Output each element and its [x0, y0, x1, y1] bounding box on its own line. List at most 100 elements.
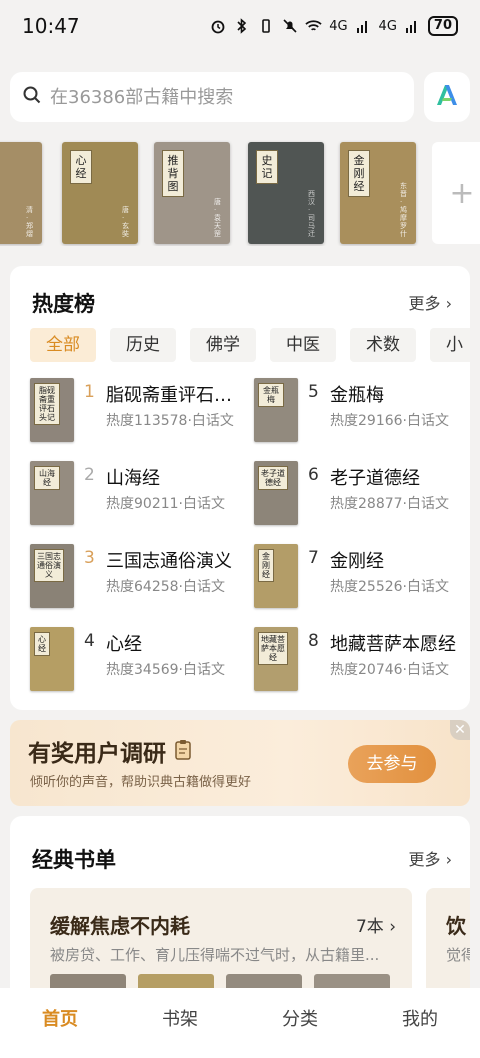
rank-heat: 热度29166·白话文 [330, 413, 449, 429]
nav-categories[interactable]: 分类 [240, 988, 360, 1058]
hot-ranking-card: 热度榜 更多 › 全部 历史 佛学 中医 术数 小 脂砚斋重评石头记 1 脂砚斋… [10, 266, 470, 710]
carousel-book[interactable]: 推背图 唐·袁天罡 [154, 142, 230, 244]
carousel-book[interactable]: 清·郑熠 [0, 142, 42, 244]
ai-assistant-button[interactable] [424, 72, 470, 122]
carousel-book[interactable]: 心经 唐·玄奘 [62, 142, 138, 244]
rank-book-title: 心经 [106, 634, 142, 655]
classic-booklists-card: 经典书单 更多 › 缓解焦虑不内耗 7本 › 被房贷、工作、育儿压得喘不过气时，… [10, 816, 470, 1016]
rank-number: 8 [308, 631, 319, 651]
filter-tab-buddhism[interactable]: 佛学 [190, 328, 256, 362]
join-survey-button[interactable]: 去参与 [348, 745, 436, 783]
category-filter-tabs: 全部 历史 佛学 中医 术数 小 [30, 328, 470, 362]
rank-item[interactable]: 金瓶梅 5 金瓶梅 热度29166·白话文 [254, 378, 464, 442]
wifi-icon [305, 18, 322, 35]
filter-tab-medicine[interactable]: 中医 [270, 328, 336, 362]
rank-book-title: 地藏菩萨本愿经 [330, 634, 456, 655]
bottom-navigation: 首页 书架 分类 我的 [0, 988, 480, 1058]
rank-heat: 热度28877·白话文 [330, 496, 449, 512]
vibrate-icon [257, 18, 274, 35]
rank-heat: 热度25526·白话文 [330, 579, 449, 595]
status-icons: 4G 4G 70 [209, 16, 458, 36]
filter-tab-divination[interactable]: 术数 [350, 328, 416, 362]
rank-book-title: 老子道德经 [330, 468, 420, 489]
book-cover-title: 金刚经 [258, 549, 274, 582]
hot-more-link[interactable]: 更多 › [408, 290, 452, 314]
book-cover: 金瓶梅 [254, 378, 298, 442]
book-cover-title: 史记 [256, 150, 278, 184]
rank-item[interactable]: 老子道德经 6 老子道德经 热度28877·白话文 [254, 461, 464, 525]
carousel-book[interactable]: 金刚经 东晋·鸠摩罗什 [340, 142, 416, 244]
add-book-button[interactable]: + [432, 142, 480, 244]
rank-number: 2 [84, 465, 95, 485]
book-cover: 山海经 [30, 461, 74, 525]
book-cover-title: 脂砚斋重评石头记 [34, 383, 60, 425]
rank-number: 1 [84, 382, 95, 402]
network-label-2: 4G [378, 18, 397, 34]
book-cover: 金刚经 [254, 544, 298, 608]
rank-book-title: 金瓶梅 [330, 385, 384, 406]
book-cover-title: 三国志通俗演义 [34, 549, 64, 582]
rank-number: 4 [84, 631, 95, 651]
rank-heat: 热度64258·白话文 [106, 579, 225, 595]
booklists-more-link[interactable]: 更多 › [408, 846, 452, 870]
rank-book-title: 三国志通俗演义 [106, 551, 232, 572]
book-author: 清·郑熠 [26, 206, 33, 238]
book-cover-title: 推背图 [162, 150, 184, 197]
booklist-count-text: 7本 [355, 917, 384, 937]
chevron-right-icon: › [445, 294, 452, 313]
ai-logo-icon [434, 82, 460, 112]
rank-heat: 热度113578·白话文 [106, 413, 234, 429]
nav-profile[interactable]: 我的 [360, 988, 480, 1058]
rank-item[interactable]: 心经 4 心经 热度34569·白话文 [30, 627, 240, 691]
survey-title: 有奖用户调研 [28, 734, 192, 768]
book-cover-title: 金瓶梅 [258, 383, 284, 407]
rank-book-title: 山海经 [106, 468, 160, 489]
book-cover: 脂砚斋重评石头记 [30, 378, 74, 442]
more-label: 更多 [408, 850, 441, 869]
alarm-icon [209, 18, 226, 35]
rank-number: 5 [308, 382, 319, 402]
booklists-title: 经典书单 [32, 848, 116, 872]
recent-books-carousel[interactable]: 清·郑熠 心经 唐·玄奘 推背图 唐·袁天罡 史记 西汉·司马迁 金刚经 东晋·… [0, 140, 480, 246]
search-icon [22, 85, 42, 109]
book-author: 西汉·司马迁 [308, 190, 315, 238]
book-cover: 三国志通俗演义 [30, 544, 74, 608]
filter-tab-more[interactable]: 小 [430, 328, 470, 362]
survey-title-text: 有奖用户调研 [28, 741, 166, 767]
nav-bookshelf[interactable]: 书架 [120, 988, 240, 1058]
filter-tab-all[interactable]: 全部 [30, 328, 96, 362]
booklist-title: 缓解焦虑不内耗 [50, 914, 190, 938]
rank-item[interactable]: 地藏菩萨本愿经 8 地藏菩萨本愿经 热度20746·白话文 [254, 627, 464, 691]
search-input[interactable] [50, 86, 390, 108]
rank-heat: 热度20746·白话文 [330, 662, 449, 678]
nav-home[interactable]: 首页 [0, 988, 120, 1058]
book-author: 唐·袁天罡 [214, 198, 221, 238]
survey-banner[interactable]: 有奖用户调研 倾听你的声音，帮助识典古籍做得更好 去参与 ✕ [10, 720, 470, 806]
book-cover: 心经 [30, 627, 74, 691]
carousel-book[interactable]: 史记 西汉·司马迁 [248, 142, 324, 244]
close-icon[interactable]: ✕ [450, 720, 470, 740]
booklist-count: 7本 › [356, 912, 396, 937]
rank-item[interactable]: 山海经 2 山海经 热度90211·白话文 [30, 461, 240, 525]
hot-ranking-title: 热度榜 [32, 292, 95, 316]
book-cover-title: 山海经 [34, 466, 60, 490]
rank-book-title: 脂砚斋重评石头记 [106, 385, 240, 406]
signal-icon [355, 18, 372, 35]
rank-number: 7 [308, 548, 319, 568]
book-cover: 老子道德经 [254, 461, 298, 525]
status-time: 10:47 [22, 14, 80, 38]
rank-book-title: 金刚经 [330, 551, 384, 572]
bluetooth-icon [233, 18, 250, 35]
rank-heat: 热度34569·白话文 [106, 662, 225, 678]
rank-item[interactable]: 脂砚斋重评石头记 1 脂砚斋重评石头记 热度113578·白话文 [30, 378, 240, 442]
survey-subtitle: 倾听你的声音，帮助识典古籍做得更好 [30, 775, 252, 790]
rank-item[interactable]: 三国志通俗演义 3 三国志通俗演义 热度64258·白话文 [30, 544, 240, 608]
filter-tab-history[interactable]: 历史 [110, 328, 176, 362]
rank-item[interactable]: 金刚经 7 金刚经 热度25526·白话文 [254, 544, 464, 608]
chevron-right-icon: › [445, 850, 452, 869]
rank-number: 3 [84, 548, 95, 568]
booklist-description: 被房贷、工作、育儿压得喘不过气时，从古籍里... [50, 946, 380, 964]
book-author: 东晋·鸠摩罗什 [400, 182, 407, 238]
search-bar[interactable] [10, 72, 414, 122]
book-author: 唐·玄奘 [122, 206, 129, 238]
